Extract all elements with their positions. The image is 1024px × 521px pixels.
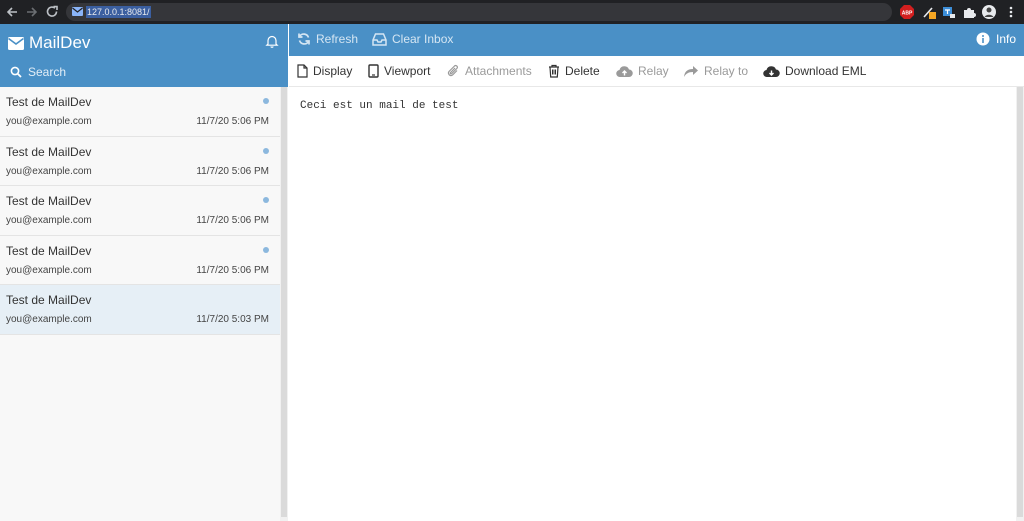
profile-avatar[interactable] <box>982 5 996 19</box>
paperclip-icon <box>447 64 460 78</box>
message-date: 11/7/20 5:06 PM <box>196 116 269 127</box>
search-icon <box>10 66 22 78</box>
message-sender: you@example.com <box>6 215 92 226</box>
pen-icon[interactable] <box>922 5 936 19</box>
info-icon <box>976 32 990 46</box>
translate-icon[interactable] <box>942 5 956 19</box>
message-toolbar: Display Viewport Attachments Delete Rela… <box>289 56 1024 87</box>
puzzle-icon[interactable] <box>962 5 976 19</box>
message-list-scrollbar[interactable] <box>280 87 288 521</box>
unread-dot-icon <box>263 147 269 154</box>
message-sender: you@example.com <box>6 165 92 177</box>
message-sender: you@example.com <box>6 116 92 127</box>
forward-icon[interactable] <box>24 4 40 20</box>
message-date: 11/7/20 5:06 PM <box>196 264 269 276</box>
envelope-icon <box>8 36 24 50</box>
message-list: Test de MailDev you@example.com 11/7/20 5:… <box>0 87 280 335</box>
inbox-icon <box>372 32 387 46</box>
cloud-upload-icon <box>616 65 633 78</box>
refresh-label: Refresh <box>316 32 359 46</box>
viewport-button[interactable]: Viewport <box>368 64 430 78</box>
document-icon <box>297 64 308 78</box>
tablet-icon <box>368 64 379 78</box>
address-bar[interactable]: 127.0.0.1:8081/ <box>66 3 892 21</box>
sidebar-header: MailDev <box>0 24 288 87</box>
svg-text:ABP: ABP <box>902 11 913 17</box>
relay-to-label: Relay to <box>704 64 749 78</box>
app-title: MailDev <box>29 33 91 52</box>
url-text[interactable]: 127.0.0.1:8081/ <box>86 6 151 18</box>
message-list-item[interactable]: Test de MailDev you@example.com 11/7/20 5:… <box>0 87 280 137</box>
email-body-text: Ceci est un mail de test <box>300 100 459 112</box>
scrollbar-thumb[interactable] <box>281 87 287 517</box>
info-label: Info <box>995 32 1016 46</box>
message-list-item[interactable]: Test de MailDev you@example.com 11/7/20 5:… <box>0 285 280 335</box>
message-list-item[interactable]: Test de MailDev you@example.com 11/7/20 5:… <box>0 235 280 285</box>
email-body-pane: Ceci est un mail de test <box>289 87 1016 521</box>
refresh-icon <box>297 32 311 46</box>
display-label: Display <box>313 64 353 78</box>
delete-button[interactable]: Delete <box>548 64 600 78</box>
message-subject: Test de MailDev <box>6 293 92 307</box>
browser-toolbar: 127.0.0.1:8081/ ABP <box>0 0 1024 24</box>
bell-icon[interactable] <box>265 34 279 48</box>
clear-inbox-label: Clear Inbox <box>392 32 454 46</box>
scrollbar-thumb[interactable] <box>1017 87 1023 517</box>
trash-icon <box>548 64 560 78</box>
message-date: 11/7/20 5:03 PM <box>196 314 269 325</box>
download-eml-label: Download EML <box>785 64 867 78</box>
adblock-icon[interactable]: ABP <box>900 5 914 19</box>
unread-dot-icon <box>263 98 269 104</box>
message-sender: you@example.com <box>6 314 92 325</box>
message-subject: Test de MailDev <box>6 194 92 208</box>
cloud-download-icon <box>763 65 780 78</box>
back-icon[interactable] <box>4 4 20 20</box>
relay-to-button[interactable]: Relay to <box>683 64 748 78</box>
email-body-scrollbar[interactable] <box>1016 87 1024 521</box>
message-date: 11/7/20 5:06 PM <box>196 215 269 226</box>
download-eml-button[interactable]: Download EML <box>763 64 866 78</box>
info-button[interactable]: Info <box>976 32 1016 46</box>
clear-inbox-button[interactable]: Clear Inbox <box>372 32 453 46</box>
message-subject: Test de MailDev <box>6 95 92 109</box>
relay-button[interactable]: Relay <box>616 64 669 78</box>
viewport-label: Viewport <box>384 64 431 78</box>
message-sender: you@example.com <box>6 264 92 276</box>
unread-dot-icon <box>263 246 269 253</box>
maildev-app: MailDev Test de MailDev you@example.com 11… <box>0 24 1024 521</box>
unread-dot-icon <box>263 197 269 203</box>
message-list-item[interactable]: Test de MailDev you@example.com 11/7/20 5:… <box>0 186 280 236</box>
sidebar: MailDev Test de MailDev you@example.com 11… <box>0 24 288 521</box>
message-subject: Test de MailDev <box>6 243 92 258</box>
display-button[interactable]: Display <box>297 64 352 78</box>
message-view: Refresh Clear Inbox Info Display Viewpor… <box>289 24 1024 521</box>
search-bar <box>10 63 228 81</box>
delete-label: Delete <box>565 64 600 78</box>
attachments-button[interactable]: Attachments <box>447 64 532 78</box>
mail-favicon-icon <box>72 7 83 16</box>
reload-icon[interactable] <box>44 4 60 20</box>
attachments-label: Attachments <box>465 64 532 78</box>
share-arrow-icon <box>683 65 699 78</box>
menu-dots-icon[interactable] <box>1004 5 1018 19</box>
brand[interactable]: MailDev <box>8 33 90 53</box>
message-list-item[interactable]: Test de MailDev you@example.com 11/7/20 5:… <box>0 136 280 186</box>
refresh-button[interactable]: Refresh <box>297 32 358 46</box>
message-date: 11/7/20 5:06 PM <box>196 165 269 177</box>
message-subject: Test de MailDev <box>6 144 92 159</box>
search-input[interactable] <box>28 63 228 81</box>
relay-label: Relay <box>638 64 669 78</box>
top-action-bar: Refresh Clear Inbox Info <box>289 24 1024 56</box>
